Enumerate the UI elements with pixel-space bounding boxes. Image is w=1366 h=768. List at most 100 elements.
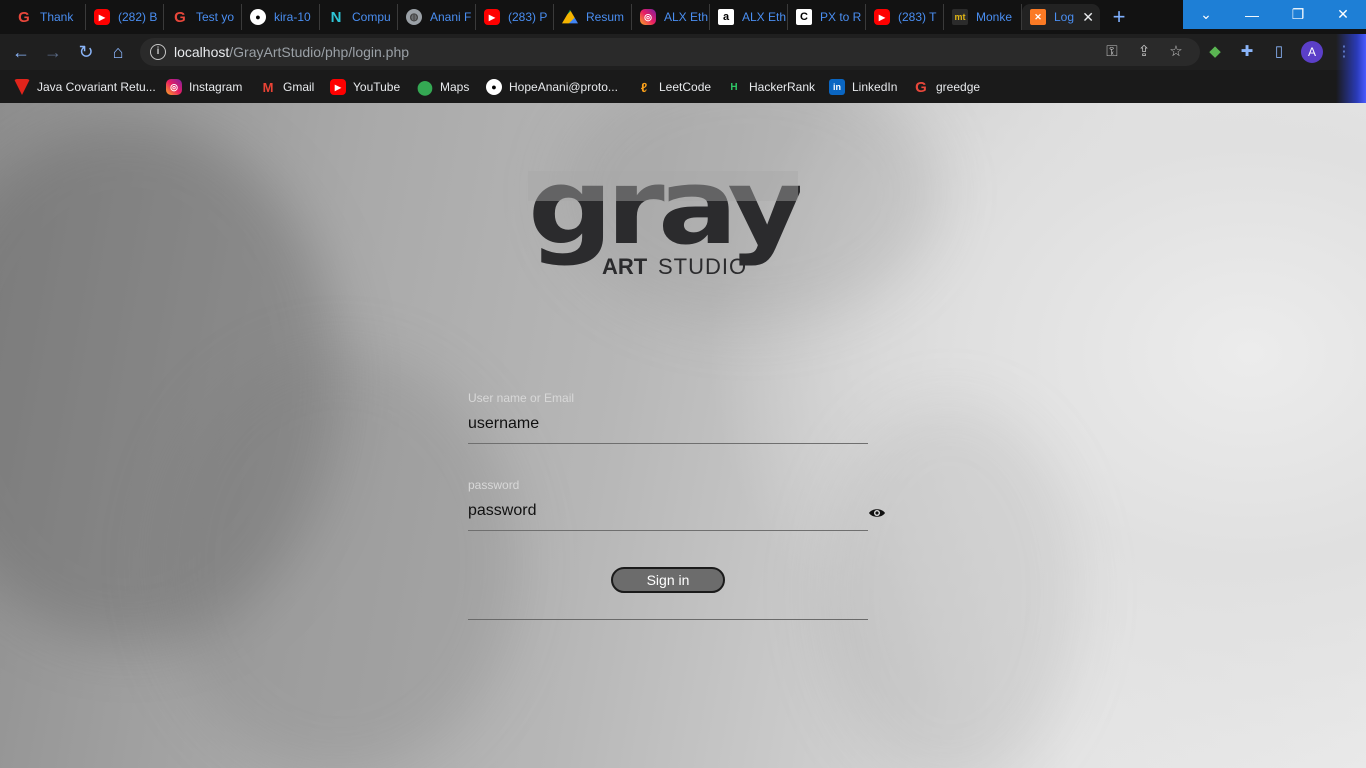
instagram-icon: ◎ xyxy=(640,9,656,25)
bookmark-star-icon[interactable]: ☆ xyxy=(1166,42,1186,62)
password-label: password xyxy=(468,478,520,492)
logo-graphic: gray ART STUDIO xyxy=(528,146,809,279)
window-edge-glow xyxy=(1336,34,1366,103)
drive-icon xyxy=(562,9,578,24)
tab-10[interactable]: C PX to R xyxy=(788,4,866,30)
tab-title: PX to R xyxy=(820,10,862,24)
address-bar[interactable]: i localhost/GrayArtStudio/php/login.php … xyxy=(140,38,1200,66)
bookmark-leetcode[interactable]: ℓ LeetCode xyxy=(636,77,711,97)
px-icon: C xyxy=(796,9,812,25)
minimize-button[interactable]: — xyxy=(1229,0,1275,29)
bookmark-label: HackerRank xyxy=(749,80,816,94)
tab-title: Thank xyxy=(40,10,74,24)
alx-icon: a xyxy=(718,9,734,25)
tab-5[interactable]: ◍ Anani F xyxy=(398,4,476,30)
bookmark-label: Instagram xyxy=(189,80,243,94)
bookmark-label: greedge xyxy=(936,80,981,94)
tab-title: Log xyxy=(1054,10,1075,24)
gray-art-studio-logo: gray ART STUDIO xyxy=(528,146,809,279)
logo-art-text: ART xyxy=(602,254,648,279)
reload-icon[interactable]: ↻ xyxy=(75,41,97,63)
username-input[interactable]: username xyxy=(468,405,868,443)
tab-8[interactable]: ◎ ALX Eth xyxy=(632,4,710,30)
restore-button[interactable]: ❐ xyxy=(1275,0,1321,29)
tab-title: ALX Eth xyxy=(742,10,787,24)
tab-12[interactable]: mt Monke xyxy=(944,4,1022,30)
side-panel-icon[interactable]: ▯ xyxy=(1269,42,1289,62)
browser-toolbar: ← → ↻ ⌂ i localhost/GrayArtStudio/php/lo… xyxy=(0,34,1366,70)
tab-13-active[interactable]: ✕ Log ✕ xyxy=(1022,4,1100,30)
bookmark-protonmail[interactable]: ● HopeAnani@proto... xyxy=(486,77,618,97)
tab-strip: G Thank ▶ (282) B G Test yo ● kira-10 N … xyxy=(0,0,1366,34)
bookmark-label: LeetCode xyxy=(659,80,712,94)
tab-11[interactable]: ▶ (283) T xyxy=(866,4,944,30)
bookmark-java-covariant[interactable]: Java Covariant Retu... xyxy=(14,77,156,97)
youtube-icon: ▶ xyxy=(484,9,500,25)
url-host: localhost xyxy=(174,44,230,60)
site-info-icon[interactable]: i xyxy=(150,44,166,60)
username-label: User name or Email xyxy=(468,391,575,405)
bookmark-hackerrank[interactable]: H HackerRank xyxy=(726,77,815,97)
key-icon[interactable]: ⚿ xyxy=(1102,42,1122,62)
grammarly-icon: G xyxy=(174,8,186,26)
notion-icon: N xyxy=(330,8,342,26)
tab-title: Compu xyxy=(352,10,391,24)
submit-row: Sign in xyxy=(468,567,868,620)
maps-icon: ⬤ xyxy=(417,78,433,95)
login-page: gray ART STUDIO User name or Email usern… xyxy=(0,103,1366,768)
youtube-icon: ▶ xyxy=(874,9,890,25)
bookmark-greedge[interactable]: G greedge xyxy=(913,77,980,97)
tab-title: Resum xyxy=(586,10,625,24)
tab-0[interactable]: G Thank xyxy=(8,4,86,30)
logo-studio-text: STUDIO xyxy=(658,254,747,279)
password-field[interactable]: password password xyxy=(468,478,885,531)
tab-4[interactable]: N Compu xyxy=(320,4,398,30)
tab-6[interactable]: ▶ (283) P xyxy=(476,4,554,30)
linkedin-icon: in xyxy=(829,79,845,95)
tab-7[interactable]: Resum xyxy=(554,4,632,30)
new-tab-button[interactable]: + xyxy=(1108,4,1130,30)
bookmark-youtube[interactable]: ▶ YouTube xyxy=(330,77,400,97)
tab-title: Anani F xyxy=(430,10,472,24)
tab-search-button[interactable]: ⌄ xyxy=(1183,0,1229,29)
gmail-icon: M xyxy=(262,79,274,95)
bookmark-label: Java Covariant Retu... xyxy=(37,80,156,94)
login-form: User name or Email username password pas… xyxy=(468,391,885,620)
tab-title: (283) P xyxy=(508,10,548,24)
tab-title: kira-10 xyxy=(274,10,311,24)
tab-close-icon[interactable]: ✕ xyxy=(1082,9,1094,26)
tab-title: Monke xyxy=(976,10,1013,24)
tab-9[interactable]: a ALX Eth xyxy=(710,4,788,30)
bookmark-gmail[interactable]: M Gmail xyxy=(260,77,315,97)
monkeytype-icon: mt xyxy=(952,9,968,25)
password-input[interactable]: password xyxy=(468,492,868,530)
share-icon[interactable]: ⇪ xyxy=(1134,42,1154,62)
puzzle-icon[interactable]: ✚ xyxy=(1237,42,1257,62)
tab-3[interactable]: ● kira-10 xyxy=(242,4,320,30)
eye-icon[interactable] xyxy=(868,507,886,519)
sign-in-button[interactable]: Sign in xyxy=(611,567,725,593)
back-arrow-icon[interactable]: ← xyxy=(10,41,32,63)
home-icon[interactable]: ⌂ xyxy=(107,41,129,63)
youtube-icon: ▶ xyxy=(94,9,110,25)
tab-1[interactable]: ▶ (282) B xyxy=(86,4,164,30)
username-field[interactable]: User name or Email username xyxy=(468,391,868,444)
tab-title: Test yo xyxy=(196,10,235,24)
forward-arrow-icon[interactable]: → xyxy=(42,41,64,63)
xampp-icon: ✕ xyxy=(1030,9,1046,25)
globe-icon: ◍ xyxy=(406,9,422,25)
vivaldi-icon xyxy=(14,79,30,95)
profile-avatar[interactable]: A xyxy=(1301,41,1323,63)
bookmark-label: Maps xyxy=(440,80,470,94)
bookmark-maps[interactable]: ⬤ Maps xyxy=(417,77,469,97)
leetcode-icon: ℓ xyxy=(640,79,648,95)
bookmarks-bar: Java Covariant Retu... ◎ Instagram M Gma… xyxy=(0,70,1366,103)
tab-2[interactable]: G Test yo xyxy=(164,4,242,30)
url-path: /GrayArtStudio/php/login.php xyxy=(229,44,410,60)
bookmark-linkedin[interactable]: in LinkedIn xyxy=(829,77,897,97)
close-window-button[interactable]: ✕ xyxy=(1320,0,1366,29)
extension-colorful-icon[interactable]: ◆ xyxy=(1205,42,1225,62)
youtube-icon: ▶ xyxy=(330,79,346,95)
bookmark-instagram[interactable]: ◎ Instagram xyxy=(166,77,242,97)
logo-highlight-band xyxy=(528,171,798,201)
